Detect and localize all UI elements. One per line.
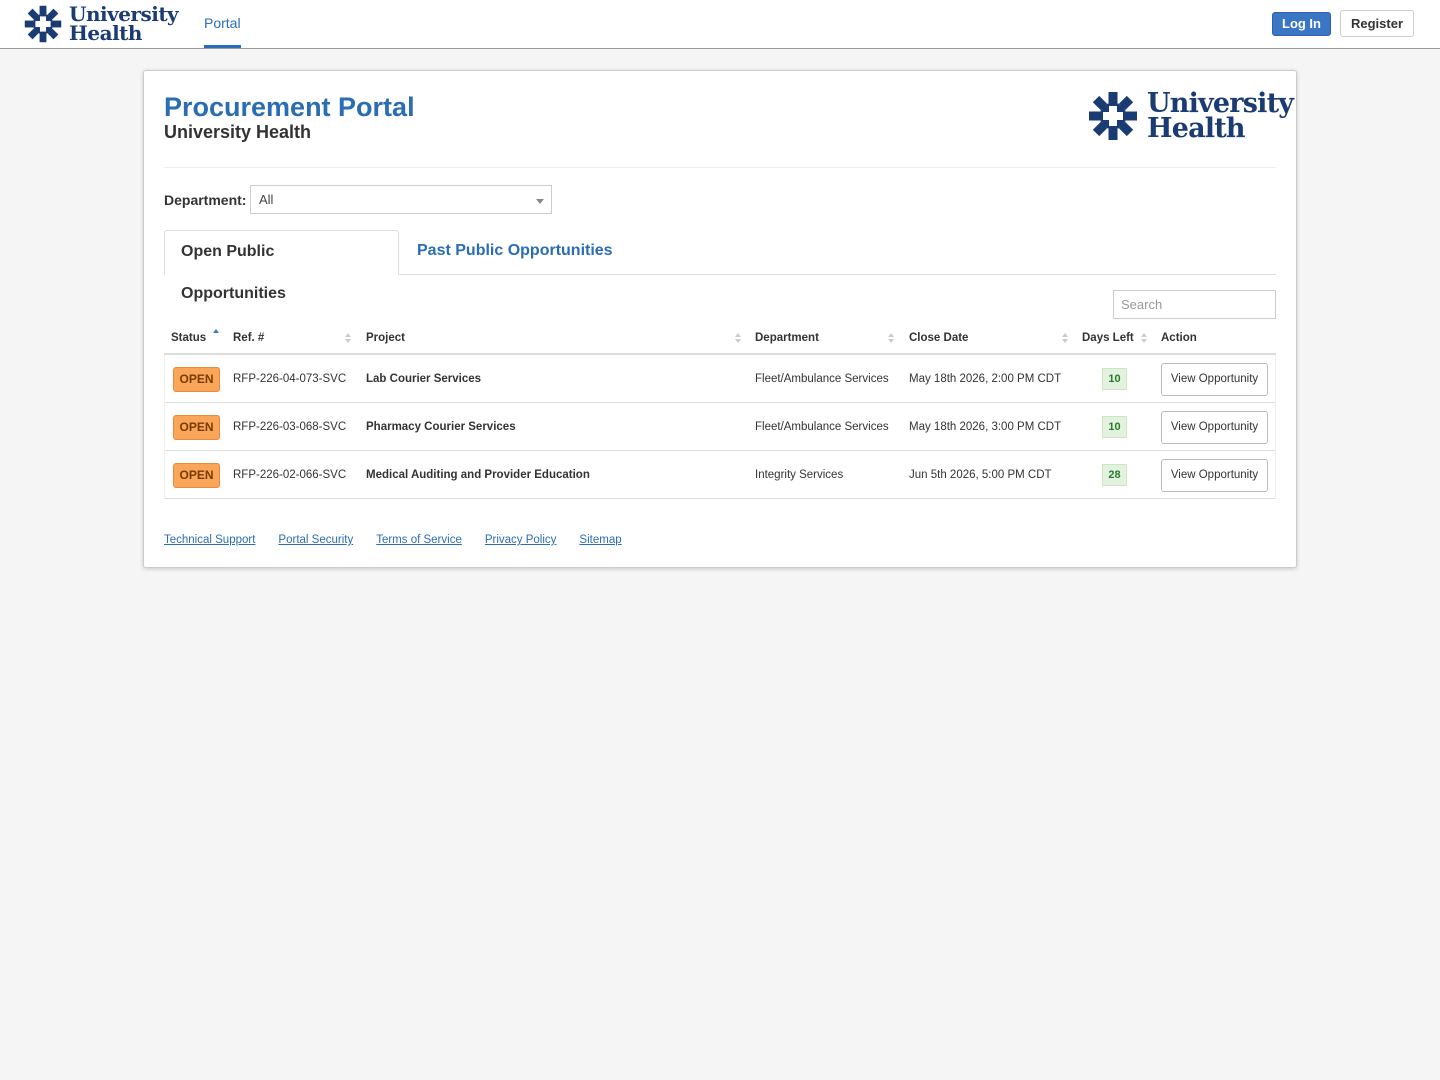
column-header-department[interactable]: Department: [755, 323, 819, 355]
page-title: Procurement Portal: [164, 92, 415, 122]
column-days-left-label: Days Left: [1082, 332, 1134, 344]
column-action-label: Action: [1161, 332, 1197, 344]
ref-number: RFP-226-03-068-SVC: [233, 421, 347, 433]
table-header: Status Ref. # Project Department Close D…: [164, 323, 1276, 355]
ref-number: RFP-226-04-073-SVC: [233, 373, 347, 385]
sort-icon[interactable]: [1062, 333, 1069, 345]
department-select[interactable]: All: [250, 185, 552, 214]
project-name: Medical Auditing and Provider Education: [366, 469, 590, 481]
department-name: Fleet/Ambulance Services: [755, 421, 889, 433]
column-header-ref[interactable]: Ref. #: [233, 323, 264, 355]
procurement-card: Procurement Portal University Health Uni…: [143, 70, 1297, 568]
close-date: May 18th 2026, 2:00 PM CDT: [909, 373, 1062, 385]
sort-icon[interactable]: [888, 333, 895, 345]
column-status-label: Status: [171, 332, 207, 344]
university-health-logo-icon: [1089, 92, 1137, 140]
tab-open-opportunities[interactable]: Open Public Opportunities: [164, 230, 399, 302]
sort-icon[interactable]: [345, 333, 352, 345]
column-close-date-label: Close Date: [909, 332, 969, 344]
opportunities-table: Status Ref. # Project Department Close D…: [164, 323, 1276, 499]
opportunity-tabs: Open Public Opportunities Past Public Op…: [164, 230, 1276, 302]
card-logo: University Health: [1088, 90, 1294, 144]
page-subtitle: University Health: [164, 122, 312, 142]
footer-link-technical-support[interactable]: Technical Support: [164, 534, 255, 546]
sort-icon[interactable]: [735, 333, 742, 345]
status-badge: OPEN: [173, 367, 220, 392]
table-row: OPEN RFP-226-03-068-SVC Pharmacy Courier…: [165, 403, 1275, 451]
status-badge: OPEN: [173, 415, 220, 440]
close-date: May 18th 2026, 3:00 PM CDT: [909, 421, 1062, 433]
card-wordmark-line2: Health: [1147, 113, 1246, 144]
table-row: OPEN RFP-226-04-073-SVC Lab Courier Serv…: [165, 355, 1275, 403]
ref-number: RFP-226-02-066-SVC: [233, 469, 347, 481]
days-left-badge: 10: [1102, 416, 1127, 438]
footer-links: Technical Support Portal Security Terms …: [164, 534, 645, 546]
column-project-label: Project: [366, 332, 405, 344]
header-divider: [164, 167, 1276, 168]
column-header-project[interactable]: Project: [366, 323, 405, 355]
department-select-value: All: [259, 192, 274, 207]
sort-icon[interactable]: [1141, 333, 1148, 345]
close-date: Jun 5th 2026, 5:00 PM CDT: [909, 469, 1052, 481]
university-health-logo-icon: [24, 5, 62, 43]
tab-past-opportunities[interactable]: Past Public Opportunities: [401, 230, 629, 275]
days-left-badge: 10: [1102, 368, 1127, 390]
nav-portal-link[interactable]: Portal: [204, 0, 241, 48]
table-row: OPEN RFP-226-02-066-SVC Medical Auditing…: [165, 451, 1275, 499]
register-button[interactable]: Register: [1340, 10, 1414, 37]
column-header-close-date[interactable]: Close Date: [909, 323, 968, 355]
department-name: Fleet/Ambulance Services: [755, 373, 889, 385]
department-name: Integrity Services: [755, 469, 844, 481]
column-header-action: Action: [1161, 323, 1197, 355]
sort-asc-icon[interactable]: [213, 329, 220, 341]
view-opportunity-button[interactable]: View Opportunity: [1161, 363, 1268, 396]
login-button[interactable]: Log In: [1272, 12, 1331, 36]
column-header-status[interactable]: Status: [171, 323, 206, 355]
view-opportunity-button[interactable]: View Opportunity: [1161, 459, 1268, 492]
table-body: OPEN RFP-226-04-073-SVC Lab Courier Serv…: [164, 355, 1276, 499]
footer-link-privacy-policy[interactable]: Privacy Policy: [485, 534, 557, 546]
search-input[interactable]: [1113, 290, 1276, 319]
chevron-down-icon: [536, 199, 544, 204]
column-department-label: Department: [755, 332, 819, 344]
footer-link-sitemap[interactable]: Sitemap: [579, 534, 621, 546]
footer-link-portal-security[interactable]: Portal Security: [278, 534, 353, 546]
view-opportunity-button[interactable]: View Opportunity: [1161, 411, 1268, 444]
column-header-days-left[interactable]: Days Left: [1082, 323, 1134, 355]
project-name: Lab Courier Services: [366, 373, 482, 385]
brand-line2: Health: [69, 21, 142, 45]
days-left-badge: 28: [1102, 464, 1127, 486]
brand-logo[interactable]: University Health: [24, 4, 179, 45]
card-wordmark: University Health: [1147, 90, 1294, 144]
footer-link-terms-of-service[interactable]: Terms of Service: [376, 534, 462, 546]
department-label: Department:: [164, 192, 247, 208]
brand-wordmark: University Health: [69, 4, 179, 45]
status-badge: OPEN: [173, 463, 220, 488]
top-navbar: University Health Portal Log In Register: [0, 0, 1440, 49]
project-name: Pharmacy Courier Services: [366, 421, 516, 433]
column-ref-label: Ref. #: [233, 332, 265, 344]
